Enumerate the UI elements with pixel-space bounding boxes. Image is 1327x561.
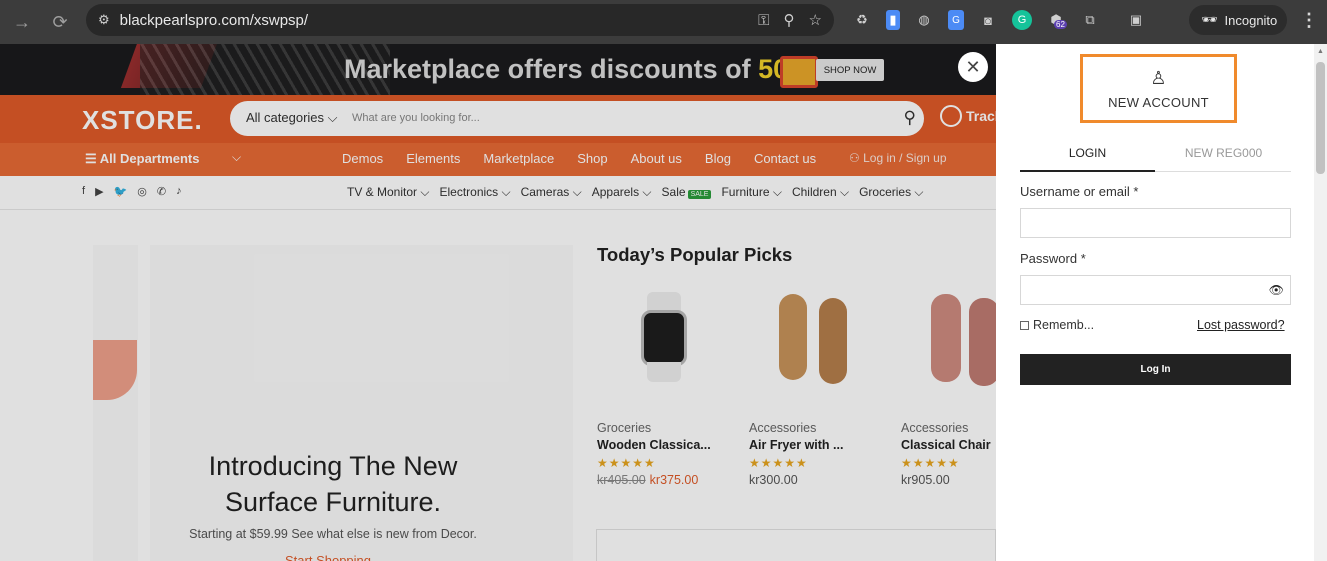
scroll-up-icon[interactable]: ▲ — [1317, 48, 1324, 55]
remember-checkbox[interactable] — [1020, 320, 1029, 330]
close-icon[interactable]: ✕ — [958, 52, 988, 82]
lost-password-link[interactable]: Lost password? — [1197, 318, 1285, 332]
bookmark-star-icon[interactable]: ☆ — [809, 11, 822, 29]
incognito-icon: 🕶 — [1201, 12, 1218, 27]
extensions-puzzle-icon[interactable]: ⧉ — [1080, 10, 1100, 30]
camera-extension-icon[interactable]: ◙ — [978, 10, 998, 30]
username-label: Username or email * — [1020, 184, 1139, 199]
key-icon[interactable]: ⚿ — [758, 12, 769, 29]
translate-extension-icon[interactable]: G — [948, 10, 964, 30]
browser-menu-icon[interactable]: ⋮ — [1300, 10, 1318, 31]
reload-icon[interactable]: ⟳ — [44, 6, 76, 38]
zoom-icon[interactable]: ⚲ — [784, 11, 795, 29]
show-password-icon[interactable]: 👁 — [1269, 283, 1284, 297]
site-info-icon[interactable]: ⚙ — [98, 12, 110, 28]
incognito-indicator[interactable]: 🕶 Incognito — [1189, 5, 1287, 35]
password-field[interactable]: 👁 — [1020, 275, 1291, 305]
new-account-label: NEW ACCOUNT — [1108, 94, 1209, 110]
extension-badge: 62 — [1054, 20, 1067, 29]
globe-extension-icon[interactable]: ◍ — [914, 10, 934, 30]
docs-extension-icon[interactable]: ▮ — [886, 10, 900, 30]
grammarly-extension-icon[interactable]: G — [1012, 10, 1032, 30]
tab-login[interactable]: LOGIN — [1020, 146, 1155, 172]
incognito-label: Incognito — [1224, 12, 1278, 28]
login-button[interactable]: Log In — [1020, 354, 1291, 385]
account-tabs: LOGIN NEW REG000 — [1020, 142, 1291, 172]
side-panel-icon[interactable]: ▣ — [1126, 10, 1146, 30]
browser-toolbar: → ⟳ ⚙ blackpearlspro.com/xswpsp/ ⚿ ⚲ ☆ ♻… — [0, 0, 1327, 44]
url-text[interactable]: blackpearlspro.com/xswpsp/ — [120, 12, 308, 29]
tab-register[interactable]: NEW REG000 — [1156, 146, 1291, 160]
account-panel: ♙ NEW ACCOUNT LOGIN NEW REG000 Username … — [996, 44, 1314, 561]
recycle-extension-icon[interactable]: ♻ — [852, 10, 872, 30]
remember-me[interactable]: Rememb... — [1020, 318, 1094, 332]
modal-overlay[interactable] — [0, 44, 996, 561]
new-account-header[interactable]: ♙ NEW ACCOUNT — [1080, 54, 1237, 123]
remember-label: Rememb... — [1033, 318, 1095, 332]
forward-icon[interactable]: → — [6, 6, 38, 38]
address-bar[interactable]: ⚙ blackpearlspro.com/xswpsp/ ⚿ ⚲ ☆ — [86, 4, 834, 36]
scrollbar[interactable]: ▲ — [1314, 44, 1327, 561]
password-label: Password * — [1020, 251, 1086, 266]
username-field[interactable] — [1020, 208, 1291, 238]
scrollbar-thumb[interactable] — [1316, 62, 1325, 174]
user-icon: ♙ — [1150, 67, 1167, 88]
badge-extension-icon[interactable]: ⬢62 — [1046, 10, 1067, 30]
